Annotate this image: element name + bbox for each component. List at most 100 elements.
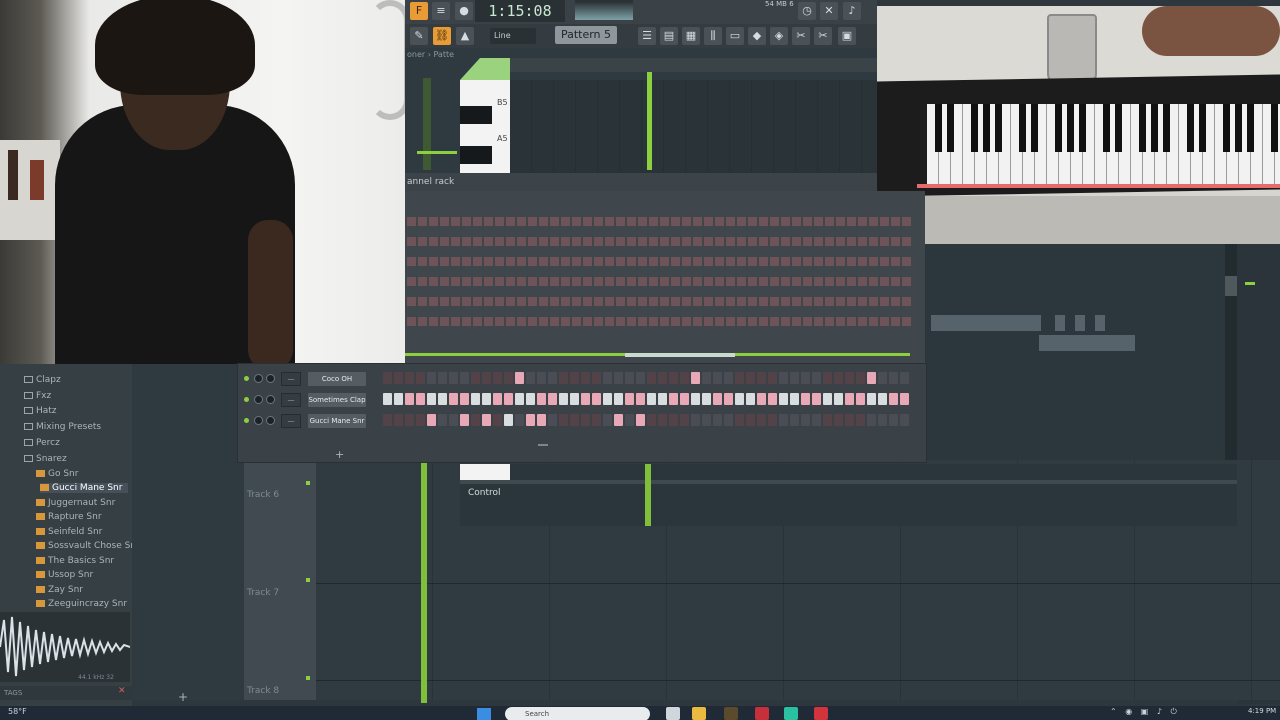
- step-button[interactable]: [680, 393, 689, 405]
- step-button[interactable]: [515, 393, 524, 405]
- note-grid[interactable]: [510, 80, 877, 173]
- task-view-icon[interactable]: [666, 707, 680, 720]
- step-button[interactable]: [416, 393, 425, 405]
- step-button[interactable]: [779, 372, 788, 384]
- step-button[interactable]: [559, 414, 568, 426]
- step-button[interactable]: [900, 393, 909, 405]
- step-button[interactable]: [493, 414, 502, 426]
- folder-icon[interactable]: ▣: [838, 27, 856, 45]
- step-button[interactable]: [867, 393, 876, 405]
- browser-item-zeeguincrazy-snr[interactable]: Zeeguincrazy Snr: [36, 599, 127, 609]
- browser-item-rapture-snr[interactable]: Rapture Snr: [36, 512, 102, 522]
- step-button[interactable]: [790, 372, 799, 384]
- step-button[interactable]: [427, 372, 436, 384]
- channel-name-button[interactable]: Coco OH: [308, 372, 366, 386]
- browser-folder-snarez[interactable]: Snarez: [24, 454, 67, 464]
- mixer-track-select[interactable]: —: [281, 414, 301, 428]
- tempo-icon[interactable]: ◈: [770, 27, 788, 45]
- metronome-icon[interactable]: ◷: [798, 2, 816, 20]
- step-button[interactable]: [592, 414, 601, 426]
- step-button[interactable]: [581, 393, 590, 405]
- step-button[interactable]: [801, 393, 810, 405]
- step-button[interactable]: [636, 393, 645, 405]
- step-button[interactable]: [702, 393, 711, 405]
- step-button[interactable]: [482, 414, 491, 426]
- step-button[interactable]: [801, 414, 810, 426]
- step-button[interactable]: [548, 393, 557, 405]
- sample-waveform-preview[interactable]: [0, 612, 130, 682]
- step-button[interactable]: [625, 393, 634, 405]
- step-button[interactable]: [713, 372, 722, 384]
- close-icon[interactable]: ✕: [820, 2, 838, 20]
- step-button[interactable]: [383, 372, 392, 384]
- playhead[interactable]: [647, 72, 652, 170]
- step-button[interactable]: [460, 393, 469, 405]
- step-button[interactable]: [647, 372, 656, 384]
- step-button[interactable]: [658, 393, 667, 405]
- system-tray[interactable]: ⌃ ◉ ▣ ♪ ⏻: [1110, 707, 1180, 717]
- app-icon[interactable]: [784, 707, 798, 720]
- step-button[interactable]: [614, 414, 623, 426]
- step-button[interactable]: [801, 372, 810, 384]
- vertical-scrollbar[interactable]: [1225, 244, 1237, 484]
- step-button[interactable]: [603, 414, 612, 426]
- browser-folder-percz[interactable]: Percz: [24, 438, 60, 448]
- step-button[interactable]: [823, 393, 832, 405]
- volume-knob[interactable]: [266, 374, 275, 383]
- step-button[interactable]: [768, 393, 777, 405]
- step-button[interactable]: [614, 393, 623, 405]
- step-button[interactable]: [603, 372, 612, 384]
- step-button[interactable]: [889, 414, 898, 426]
- browser-folder-clapz[interactable]: Clapz: [24, 375, 61, 385]
- step-button[interactable]: [504, 372, 513, 384]
- step-button[interactable]: [592, 372, 601, 384]
- step-button[interactable]: [438, 393, 447, 405]
- browser-item-the-basics-snr[interactable]: The Basics Snr: [36, 556, 114, 566]
- channel-name-button[interactable]: Gucci Mane Snr: [308, 414, 366, 428]
- step-button[interactable]: [614, 372, 623, 384]
- step-button[interactable]: [383, 393, 392, 405]
- piano-roll-icon[interactable]: ▤: [660, 27, 678, 45]
- step-button[interactable]: [702, 414, 711, 426]
- pan-knob[interactable]: [254, 395, 263, 404]
- step-button[interactable]: [834, 393, 843, 405]
- step-button[interactable]: [878, 414, 887, 426]
- step-button[interactable]: [812, 372, 821, 384]
- channel-name-button[interactable]: Sometimes Clap: [308, 393, 366, 407]
- step-button[interactable]: [405, 393, 414, 405]
- step-button[interactable]: [570, 393, 579, 405]
- step-button[interactable]: [691, 372, 700, 384]
- step-button[interactable]: [812, 414, 821, 426]
- step-button[interactable]: [647, 393, 656, 405]
- control-lane[interactable]: [460, 464, 1237, 526]
- step-button[interactable]: [746, 414, 755, 426]
- step-button[interactable]: [383, 414, 392, 426]
- step-button[interactable]: [537, 393, 546, 405]
- step-button[interactable]: [636, 414, 645, 426]
- step-button[interactable]: [515, 414, 524, 426]
- channel-rack-title[interactable]: annel rack: [405, 173, 877, 191]
- step-button[interactable]: [856, 372, 865, 384]
- browser-item-seinfeld-snr[interactable]: Seinfeld Snr: [36, 527, 102, 537]
- step-button[interactable]: [724, 414, 733, 426]
- step-button[interactable]: [570, 414, 579, 426]
- step-button[interactable]: [537, 414, 546, 426]
- track-label-8[interactable]: Track 8: [247, 686, 279, 696]
- opera-icon[interactable]: [755, 707, 769, 720]
- step-button[interactable]: [449, 393, 458, 405]
- browser-folder-mixing-presets[interactable]: Mixing Presets: [24, 422, 101, 432]
- step-button[interactable]: [449, 372, 458, 384]
- file-explorer-icon[interactable]: [692, 707, 706, 720]
- step-button[interactable]: [823, 414, 832, 426]
- browser-item-juggernaut-snr[interactable]: Juggernaut Snr: [36, 498, 115, 508]
- step-button[interactable]: [515, 372, 524, 384]
- track-label-6[interactable]: Track 6: [247, 490, 279, 500]
- step-button[interactable]: [845, 393, 854, 405]
- browser-folder-hatz[interactable]: Hatz: [24, 406, 57, 416]
- step-button[interactable]: [559, 393, 568, 405]
- draw-tool-icon[interactable]: ✎: [410, 27, 428, 45]
- step-button[interactable]: [790, 393, 799, 405]
- piano-roll-tab[interactable]: [460, 58, 510, 80]
- channel-enable-led[interactable]: [244, 418, 249, 423]
- step-button[interactable]: [493, 372, 502, 384]
